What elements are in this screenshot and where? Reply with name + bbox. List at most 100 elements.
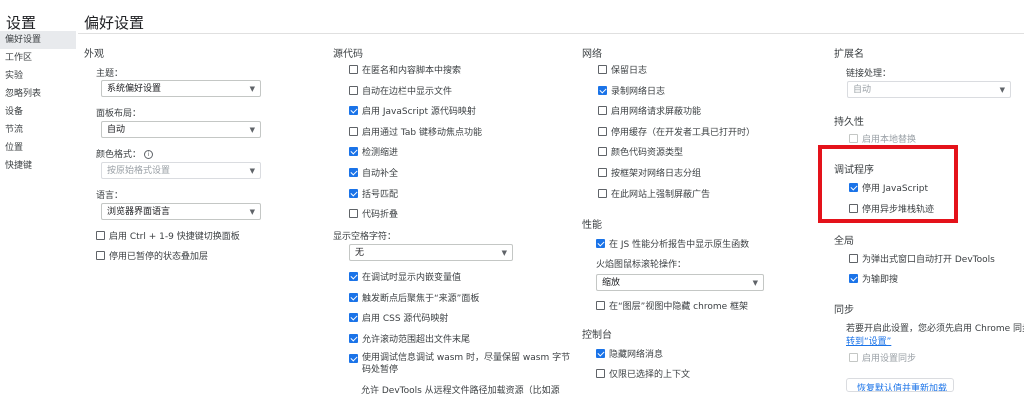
- checkbox[interactable]: [349, 333, 358, 343]
- checkbox[interactable]: [596, 301, 605, 310]
- sync-settings-link-text[interactable]: 转到“设置”: [846, 337, 891, 347]
- checkbox-label: 为弹出式窗口自动打开 DevTools: [862, 255, 995, 265]
- color-format-select: 按原始格式设置 ▼: [101, 162, 261, 179]
- native-functions-checkbox-row[interactable]: 在 JS 性能分析报告中显示原生函数: [596, 237, 749, 250]
- checkbox[interactable]: [598, 85, 607, 95]
- wasm-line-2: 码处暂停: [362, 365, 399, 375]
- checkbox[interactable]: [349, 292, 358, 302]
- checkbox[interactable]: [849, 254, 858, 263]
- checkbox[interactable]: [598, 106, 607, 116]
- hide-chrome-frame-checkbox-row[interactable]: 在“图层”视图中隐藏 chrome 框架: [596, 299, 748, 312]
- checkbox-row[interactable]: 启用 JavaScript 源代码映射: [349, 104, 476, 117]
- checkbox[interactable]: [349, 188, 358, 198]
- checkbox[interactable]: [349, 65, 358, 74]
- checkbox-label: 隐藏网络消息: [609, 350, 664, 360]
- checkbox-row[interactable]: 启用网络请求屏蔽功能: [598, 104, 701, 117]
- reset-defaults-button[interactable]: 恢复默认值并重新加载: [846, 378, 954, 392]
- checkbox[interactable]: [349, 354, 358, 363]
- checkbox-row[interactable]: 保留日志: [598, 63, 647, 76]
- checkbox-row[interactable]: 停用缓存（在开发者工具已打开时）: [598, 125, 755, 138]
- checkbox-row[interactable]: 在此网站上强制屏蔽广告: [598, 187, 710, 200]
- sync-settings-link[interactable]: 转到“设置”: [846, 334, 891, 347]
- theme-select[interactable]: 系统偏好设置 ▼: [101, 80, 261, 97]
- checkbox-row[interactable]: 括号匹配: [349, 187, 398, 200]
- checkbox[interactable]: [596, 369, 605, 378]
- ctrl19-checkbox-row[interactable]: 启用 Ctrl + 1-9 快捷键切换面板: [96, 229, 240, 242]
- checkbox[interactable]: [349, 209, 358, 219]
- language-label: 语言：: [96, 191, 124, 201]
- checkbox[interactable]: [349, 126, 358, 136]
- color-format-label: 颜色格式： i: [96, 147, 154, 160]
- checkbox[interactable]: [598, 126, 607, 136]
- checkbox-row[interactable]: 为输即搜: [849, 272, 898, 285]
- checkbox-row[interactable]: 仅限已选择的上下文: [596, 367, 690, 380]
- checkbox[interactable]: [349, 85, 358, 95]
- checkbox-label: 仅限已选择的上下文: [609, 370, 691, 380]
- checkbox[interactable]: [349, 106, 358, 116]
- checkbox-row[interactable]: 代码折叠: [349, 207, 398, 220]
- checkbox-label: 按框架对网络日志分组: [611, 169, 702, 179]
- local-overrides-checkbox-row: 启用本地替换: [849, 132, 916, 145]
- settings-sync-checkbox-row: 启用设置同步: [849, 351, 916, 364]
- checkbox-row[interactable]: 启用通过 Tab 键移动焦点功能: [349, 125, 482, 138]
- sidebar-item-devices[interactable]: 设备: [0, 103, 76, 121]
- checkbox[interactable]: [596, 239, 605, 248]
- sidebar-title: 设置: [6, 14, 37, 32]
- title-divider: [78, 33, 1024, 34]
- checkbox-row[interactable]: 在调试时显示内嵌变量值: [349, 270, 461, 283]
- chevron-down-icon: ▼: [999, 86, 1005, 94]
- checkbox[interactable]: [598, 188, 607, 198]
- checkbox[interactable]: [349, 147, 358, 157]
- checkbox-row[interactable]: 在匿名和内容脚本中搜索: [349, 63, 461, 76]
- checkbox[interactable]: [349, 313, 358, 323]
- checkbox-label: 在匿名和内容脚本中搜索: [362, 66, 462, 76]
- color-format-label-text: 颜色格式：: [96, 150, 142, 160]
- checkbox[interactable]: [598, 168, 607, 177]
- chevron-down-icon: ▼: [249, 126, 255, 134]
- checkbox-row[interactable]: 允许滚动范围超出文件末尾: [349, 332, 470, 345]
- sidebar-item-shortcuts[interactable]: 快捷键: [0, 157, 76, 175]
- checkbox-label: 检测缩进: [362, 148, 399, 159]
- checkbox: [849, 353, 858, 362]
- checkbox[interactable]: [596, 349, 605, 358]
- checkbox-row[interactable]: 触发断点后聚焦于“来源”面板: [349, 291, 479, 304]
- checkbox-label: 录制网络日志: [611, 86, 666, 97]
- section-network: 网络: [582, 49, 602, 60]
- checkbox-label: 启用网络请求屏蔽功能: [611, 107, 702, 118]
- checkbox-row[interactable]: 录制网络日志: [598, 84, 665, 97]
- wasm-checkbox-row[interactable]: 使用调试信息调试 wasm 时，尽量保留 wasm 字节 码处暂停: [349, 352, 570, 376]
- sidebar-item-ignore-list[interactable]: 忽略列表: [0, 85, 76, 103]
- checkbox-row[interactable]: 为弹出式窗口自动打开 DevTools: [849, 252, 995, 265]
- sidebar-item-workspace[interactable]: 工作区: [0, 49, 76, 67]
- whitespace-select[interactable]: 无 ▼: [349, 244, 513, 261]
- paused-overlay-checkbox-row[interactable]: 停用已暂停的状态叠加层: [96, 249, 208, 262]
- checkbox-row[interactable]: 按框架对网络日志分组: [598, 166, 701, 179]
- checkbox-row[interactable]: 检测缩进: [349, 145, 398, 158]
- sidebar-nav: 偏好设置 工作区 实验 忽略列表 设备 节流 位置 快捷键: [0, 31, 76, 175]
- checkbox[interactable]: [96, 231, 105, 240]
- section-sync: 同步: [834, 305, 854, 316]
- sidebar-item-locations[interactable]: 位置: [0, 139, 76, 157]
- checkbox-row[interactable]: 隐藏网络消息: [596, 347, 663, 360]
- checkbox-label: 在“图层”视图中隐藏 chrome 框架: [609, 302, 749, 312]
- checkbox[interactable]: [598, 65, 607, 74]
- checkbox-row[interactable]: 颜色代码资源类型: [598, 145, 683, 158]
- sidebar-item-throttling[interactable]: 节流: [0, 121, 76, 139]
- checkbox[interactable]: [598, 147, 607, 157]
- checkbox[interactable]: [349, 272, 358, 281]
- language-select[interactable]: 浏览器界面语言 ▼: [101, 203, 261, 220]
- page-title: 偏好设置: [84, 14, 145, 32]
- checkbox-label: 启用 JavaScript 源代码映射: [362, 107, 476, 118]
- panel-layout-select[interactable]: 自动 ▼: [101, 121, 261, 138]
- checkbox-row[interactable]: 自动补全: [349, 166, 398, 179]
- flame-wheel-select[interactable]: 缩放 ▼: [596, 274, 764, 291]
- checkbox[interactable]: [849, 274, 858, 283]
- checkbox-row[interactable]: 启用 CSS 源代码映射: [349, 311, 448, 324]
- sidebar-item-experiments[interactable]: 实验: [0, 67, 76, 85]
- checkbox[interactable]: [96, 251, 105, 260]
- chevron-down-icon: ▼: [249, 208, 255, 216]
- checkbox[interactable]: [349, 168, 358, 177]
- sidebar-item-preferences[interactable]: 偏好设置: [0, 31, 76, 49]
- info-icon[interactable]: i: [144, 150, 154, 159]
- checkbox-row[interactable]: 自动在边栏中显示文件: [349, 84, 452, 97]
